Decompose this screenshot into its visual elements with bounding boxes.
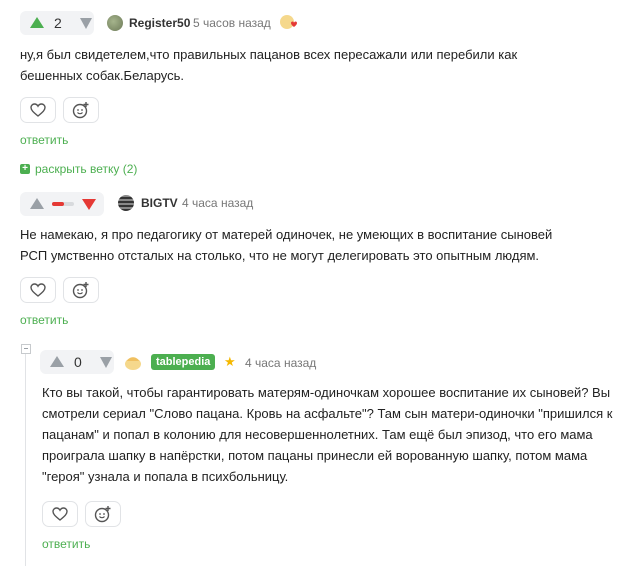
heart-icon <box>30 283 46 297</box>
timestamp[interactable]: 4 часа назад <box>182 196 253 210</box>
reply-link[interactable]: ответить <box>42 537 90 551</box>
thread-line <box>25 354 26 566</box>
heart-icon <box>30 103 46 117</box>
vote-box <box>20 192 104 216</box>
downvote-icon[interactable] <box>100 357 112 368</box>
minus-icon <box>24 348 28 349</box>
like-button[interactable] <box>20 277 56 303</box>
reply-link[interactable]: ответить <box>20 313 68 327</box>
upvote-icon[interactable] <box>50 356 64 367</box>
username-badge[interactable]: tablepedia <box>151 354 216 370</box>
avatar[interactable] <box>107 15 123 31</box>
award-icon <box>279 13 299 31</box>
downvote-icon[interactable] <box>80 18 92 29</box>
upvote-icon[interactable] <box>30 17 44 28</box>
reply-link[interactable]: ответить <box>20 133 68 147</box>
score: 0 <box>74 354 82 370</box>
smile-add-icon <box>94 506 111 523</box>
score: 2 <box>54 15 62 31</box>
collapse-thread-button[interactable] <box>21 344 31 354</box>
plus-icon: + <box>20 164 30 174</box>
avatar[interactable] <box>124 354 142 370</box>
downvote-icon[interactable] <box>82 199 96 210</box>
star-icon: ★ <box>224 354 236 369</box>
timestamp[interactable]: 4 часа назад <box>245 356 316 370</box>
heart-icon <box>52 507 68 521</box>
smile-add-icon <box>72 282 89 299</box>
react-button[interactable] <box>63 277 99 303</box>
react-button[interactable] <box>85 501 121 527</box>
react-button[interactable] <box>63 97 99 123</box>
expand-thread[interactable]: + раскрыть ветку (2) <box>20 162 137 176</box>
avatar[interactable] <box>118 195 134 211</box>
username[interactable]: BIGTV <box>141 196 178 210</box>
smile-add-icon <box>72 102 89 119</box>
vote-box: 0 <box>40 350 114 374</box>
upvote-icon[interactable] <box>30 198 44 209</box>
like-button[interactable] <box>42 501 78 527</box>
username[interactable]: Register50 <box>129 16 190 30</box>
vote-box: 2 <box>20 11 94 35</box>
like-button[interactable] <box>20 97 56 123</box>
rating-bar <box>52 202 74 206</box>
comment-text: ну,я был свидетелем,что правильных пацан… <box>20 47 518 83</box>
comment-text: Не намекаю, я про педагогику от матерей … <box>20 227 553 263</box>
expand-thread-label: раскрыть ветку (2) <box>35 162 138 176</box>
timestamp[interactable]: 5 часов назад <box>193 16 271 30</box>
comment-text: Кто вы такой, чтобы гарантировать матеря… <box>42 385 613 484</box>
